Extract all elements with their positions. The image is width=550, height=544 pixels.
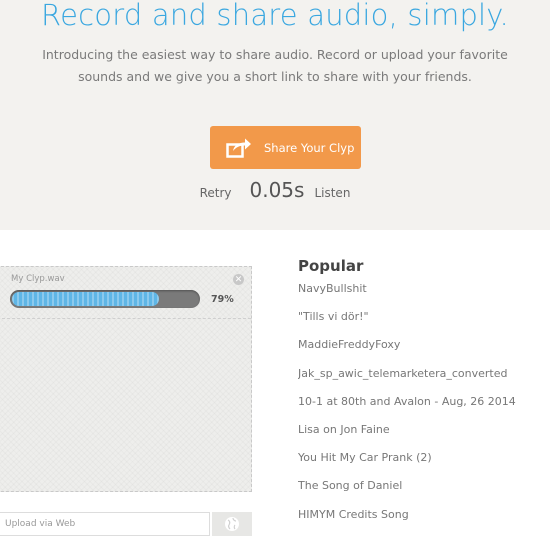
upload-item: My Clyp.wav ✕ 79%	[0, 267, 251, 319]
upload-progress-percent: 79%	[211, 294, 234, 305]
popular-list: NavyBullshit "Tills vi dör!" MaddieFredd…	[298, 282, 550, 536]
upload-url-button[interactable]	[212, 512, 252, 536]
hero-section: Record and share audio, simply. Introduc…	[0, 0, 550, 230]
popular-item[interactable]: "Tills vi dör!"	[298, 310, 550, 338]
share-your-clyp-button[interactable]: Share Your Clyp	[210, 126, 361, 169]
popular-item[interactable]: Jak_sp_awic_telemarketera_converted	[298, 367, 550, 395]
popular-title: Popular	[298, 257, 364, 275]
share-icon	[226, 138, 251, 158]
hero-subtitle: Introducing the easiest way to share aud…	[42, 47, 508, 84]
popular-item[interactable]: MaddieFreddyFoxy	[298, 338, 550, 366]
popular-item[interactable]: The Song of Daniel	[298, 479, 550, 507]
recording-duration: 0.05s	[249, 178, 305, 202]
listen-link[interactable]: Listen	[314, 186, 350, 200]
upload-file-name: My Clyp.wav	[11, 274, 65, 284]
upload-progress-bar	[10, 290, 200, 308]
retry-link[interactable]: Retry	[200, 186, 232, 200]
globe-icon	[225, 517, 239, 531]
close-icon[interactable]: ✕	[233, 274, 244, 285]
popular-item[interactable]: NavyBullshit	[298, 282, 550, 310]
popular-item[interactable]: 10-1 at 80th and Avalon - Aug, 26 2014	[298, 395, 550, 423]
popular-item[interactable]: You Hit My Car Prank (2)	[298, 451, 550, 479]
upload-drop-zone[interactable]: My Clyp.wav ✕ 79%	[0, 266, 252, 492]
hero-title: Record and share audio, simply.	[41, 0, 509, 32]
popular-section: Popular NavyBullshit "Tills vi dör!" Mad…	[298, 254, 550, 536]
upload-progress-fill	[12, 292, 159, 306]
recording-controls: Retry 0.05s Listen	[0, 178, 550, 206]
upload-url-input[interactable]: Upload via Web	[0, 512, 210, 536]
share-button-label: Share Your Clyp	[264, 140, 355, 155]
popular-item[interactable]: Lisa on Jon Faine	[298, 423, 550, 451]
popular-item[interactable]: HIMYM Credits Song	[298, 508, 550, 536]
